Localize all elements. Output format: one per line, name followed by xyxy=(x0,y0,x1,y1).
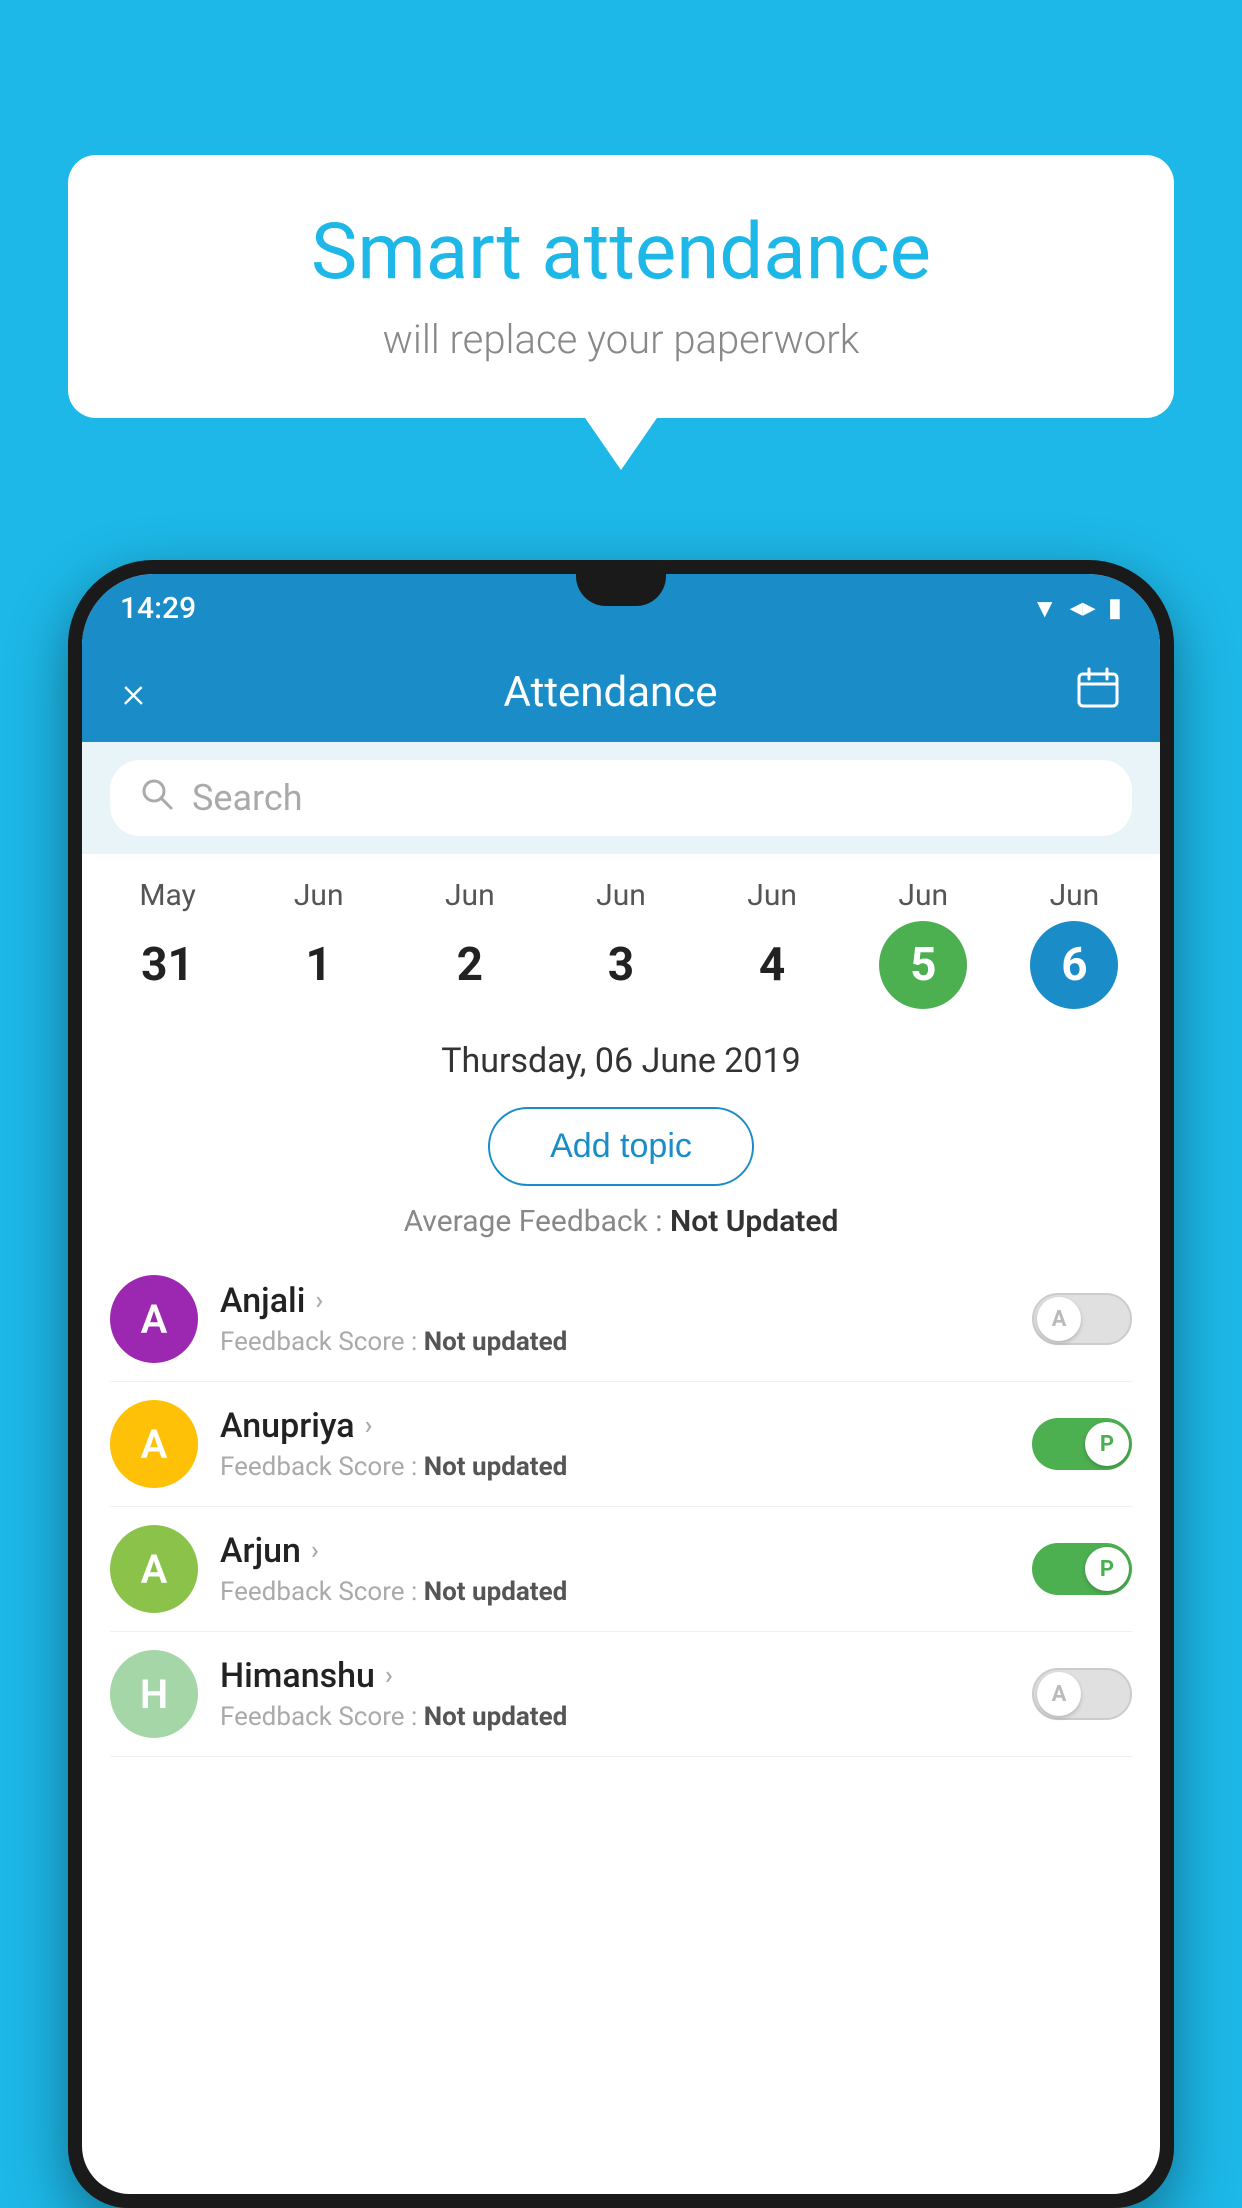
cal-day[interactable]: Jun 5 xyxy=(853,878,993,1009)
toggle-thumb: A xyxy=(1037,1672,1081,1716)
status-icons: ▼ ◂▸ ▮ xyxy=(1032,593,1122,624)
avatar: H xyxy=(110,1650,198,1738)
add-topic-button[interactable]: Add topic xyxy=(488,1107,754,1186)
student-info: Himanshu › Feedback Score : Not updated xyxy=(220,1656,1010,1732)
student-name-text: Arjun xyxy=(220,1531,301,1571)
cal-month-label: May xyxy=(139,878,195,913)
cal-day[interactable]: Jun 3 xyxy=(551,878,691,1009)
calendar-icon[interactable] xyxy=(1076,666,1120,719)
bubble-title: Smart attendance xyxy=(128,210,1114,296)
student-list: AAnjali›Feedback Score : Not updatedAAAn… xyxy=(82,1257,1160,1757)
student-name-text: Anjali xyxy=(220,1281,305,1321)
avatar: A xyxy=(110,1525,198,1613)
chevron-right-icon: › xyxy=(311,1536,319,1566)
search-icon xyxy=(140,777,174,820)
student-item: H Himanshu › Feedback Score : Not updated A xyxy=(110,1632,1132,1757)
cal-date-number: 4 xyxy=(728,921,816,1009)
avatar: A xyxy=(110,1275,198,1363)
student-feedback-score: Feedback Score : Not updated xyxy=(220,1577,1010,1607)
chevron-right-icon: › xyxy=(315,1286,323,1316)
status-bar: 14:29 ▼ ◂▸ ▮ xyxy=(82,574,1160,642)
student-info: Anjali › Feedback Score : Not updated xyxy=(220,1281,1010,1357)
cal-month-label: Jun xyxy=(294,878,344,913)
cal-date-number: 2 xyxy=(426,921,514,1009)
speech-bubble-wrapper: Smart attendance will replace your paper… xyxy=(68,155,1174,418)
avg-feedback: Average Feedback : Not Updated xyxy=(82,1204,1160,1257)
avatar: A xyxy=(110,1400,198,1488)
phone-inner: 14:29 ▼ ◂▸ ▮ × Attendance xyxy=(82,574,1160,2194)
cal-day[interactable]: Jun 2 xyxy=(400,878,540,1009)
wifi-icon: ▼ xyxy=(1032,593,1058,624)
add-topic-wrapper: Add topic xyxy=(82,1095,1160,1204)
speech-bubble: Smart attendance will replace your paper… xyxy=(68,155,1174,418)
chevron-right-icon: › xyxy=(385,1661,393,1691)
header-title: Attendance xyxy=(504,668,718,717)
student-name-text: Himanshu xyxy=(220,1656,375,1696)
bubble-subtitle: will replace your paperwork xyxy=(128,316,1114,363)
toggle-thumb: A xyxy=(1037,1297,1081,1341)
search-bar[interactable]: Search xyxy=(110,760,1132,836)
app-header: × Attendance xyxy=(82,642,1160,742)
cal-month-label: Jun xyxy=(898,878,948,913)
cal-day[interactable]: Jun 1 xyxy=(249,878,389,1009)
status-time: 14:29 xyxy=(120,591,196,626)
student-info: Anupriya › Feedback Score : Not updated xyxy=(220,1406,1010,1482)
toggle-wrapper: A xyxy=(1032,1293,1132,1345)
student-name[interactable]: Arjun › xyxy=(220,1531,1010,1571)
cal-month-label: Jun xyxy=(1050,878,1100,913)
cal-date-number: 1 xyxy=(275,921,363,1009)
cal-month-label: Jun xyxy=(596,878,646,913)
cal-day[interactable]: May 31 xyxy=(98,878,238,1009)
student-name[interactable]: Himanshu › xyxy=(220,1656,1010,1696)
chevron-right-icon: › xyxy=(365,1411,373,1441)
student-name[interactable]: Anupriya › xyxy=(220,1406,1010,1446)
cal-date-number: 31 xyxy=(124,921,212,1009)
cal-date-number: 5 xyxy=(879,921,967,1009)
attendance-toggle[interactable]: A xyxy=(1032,1668,1132,1720)
student-name-text: Anupriya xyxy=(220,1406,355,1446)
signal-icon: ◂▸ xyxy=(1070,593,1096,623)
student-feedback-score: Feedback Score : Not updated xyxy=(220,1327,1010,1357)
attendance-toggle[interactable]: A xyxy=(1032,1293,1132,1345)
attendance-toggle[interactable]: P xyxy=(1032,1418,1132,1470)
calendar-strip: May 31 Jun 1 Jun 2 Jun 3 Jun 4 Jun 5 Jun 6 xyxy=(82,854,1160,1019)
student-name[interactable]: Anjali › xyxy=(220,1281,1010,1321)
close-button[interactable]: × xyxy=(122,666,145,718)
student-item: A Anjali › Feedback Score : Not updated A xyxy=(110,1257,1132,1382)
student-feedback-score: Feedback Score : Not updated xyxy=(220,1452,1010,1482)
cal-month-label: Jun xyxy=(445,878,495,913)
toggle-wrapper: P xyxy=(1032,1543,1132,1595)
student-item: A Anupriya › Feedback Score : Not updated P xyxy=(110,1382,1132,1507)
search-placeholder: Search xyxy=(192,777,303,819)
student-item: A Arjun › Feedback Score : Not updated P xyxy=(110,1507,1132,1632)
selected-date-info: Thursday, 06 June 2019 xyxy=(82,1019,1160,1095)
toggle-thumb: P xyxy=(1085,1547,1129,1591)
battery-icon: ▮ xyxy=(1108,593,1122,623)
cal-date-number: 6 xyxy=(1030,921,1118,1009)
cal-month-label: Jun xyxy=(747,878,797,913)
cal-day[interactable]: Jun 4 xyxy=(702,878,842,1009)
cal-day[interactable]: Jun 6 xyxy=(1004,878,1144,1009)
toggle-wrapper: P xyxy=(1032,1418,1132,1470)
phone-frame: 14:29 ▼ ◂▸ ▮ × Attendance xyxy=(68,560,1174,2208)
search-bar-wrapper: Search xyxy=(82,742,1160,854)
student-feedback-score: Feedback Score : Not updated xyxy=(220,1702,1010,1732)
notch xyxy=(576,574,666,606)
attendance-toggle[interactable]: P xyxy=(1032,1543,1132,1595)
avg-feedback-label: Average Feedback : xyxy=(404,1204,670,1239)
toggle-thumb: P xyxy=(1085,1422,1129,1466)
student-info: Arjun › Feedback Score : Not updated xyxy=(220,1531,1010,1607)
avg-feedback-value: Not Updated xyxy=(670,1204,838,1239)
toggle-wrapper: A xyxy=(1032,1668,1132,1720)
cal-date-number: 3 xyxy=(577,921,665,1009)
